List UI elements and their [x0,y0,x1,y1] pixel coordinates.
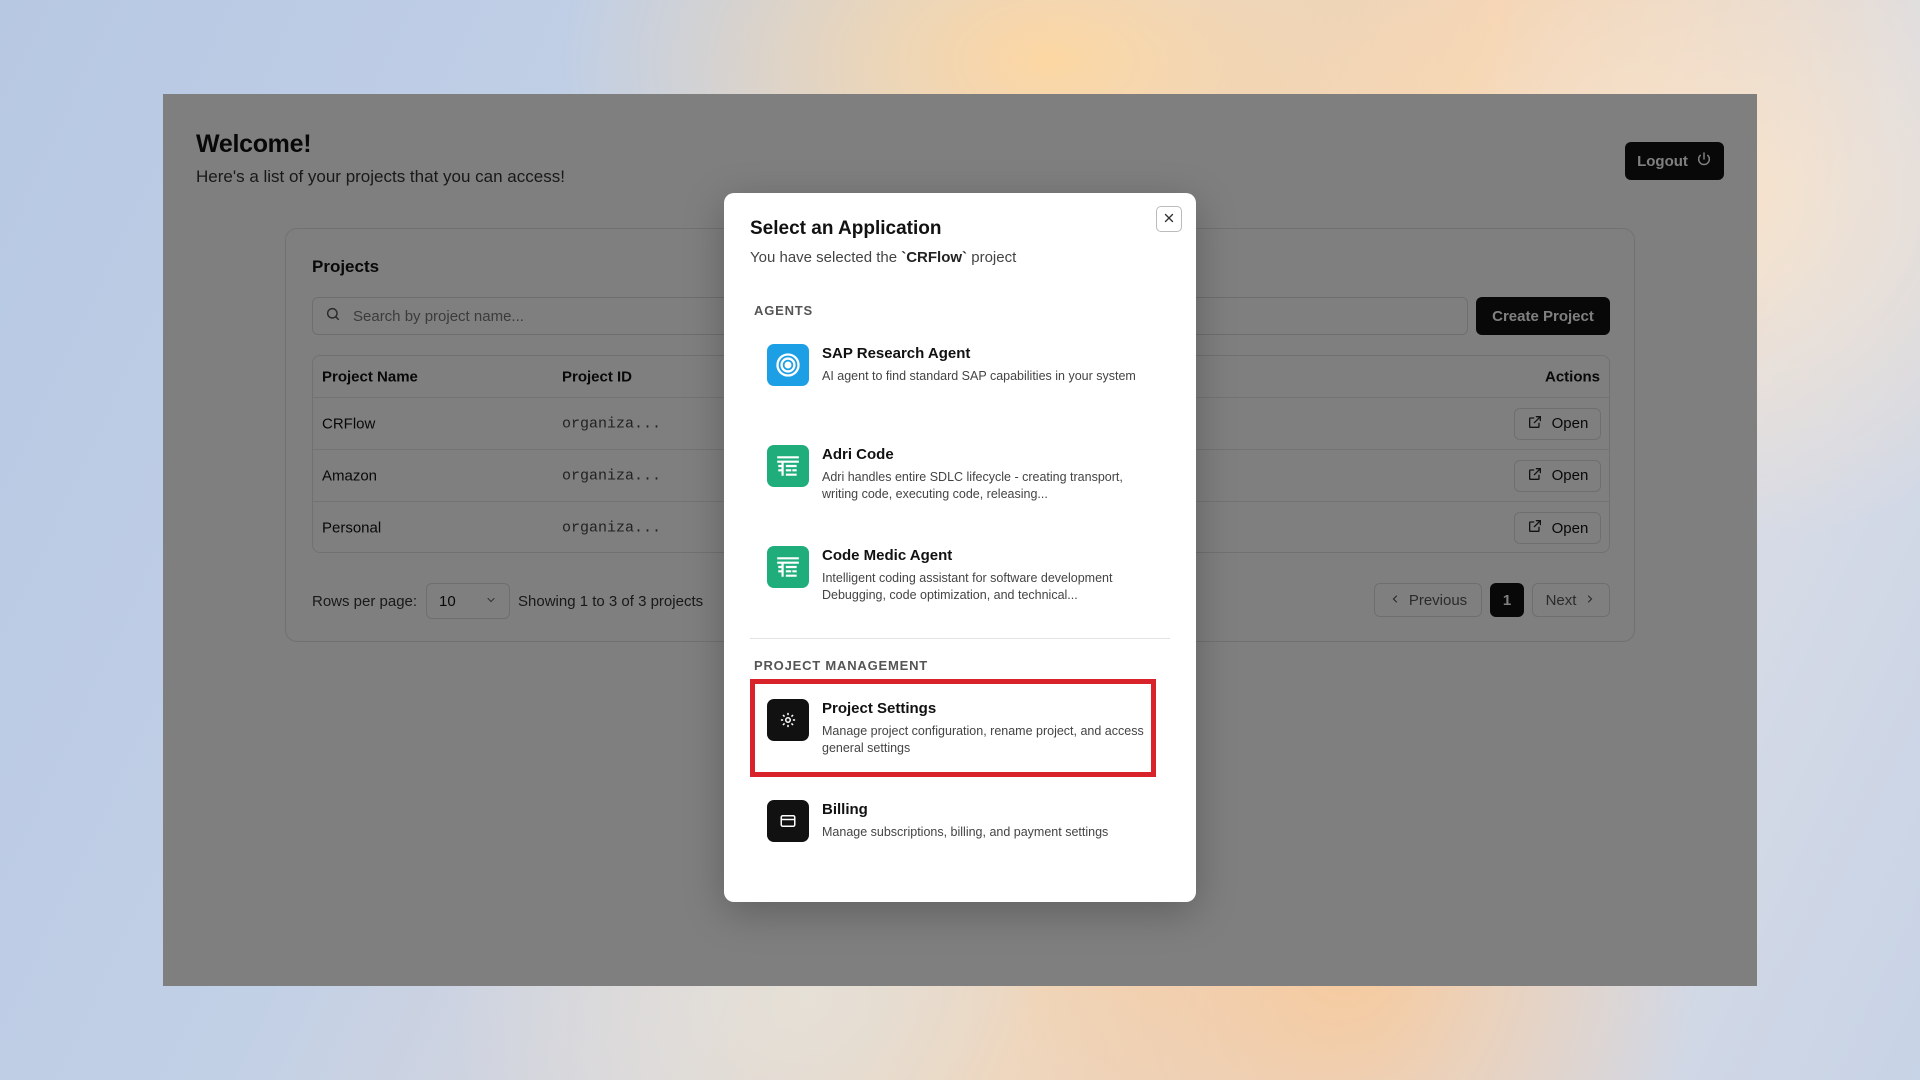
app-name: Adri Code [822,446,894,463]
app-item-code-medic-agent[interactable]: Code Medic Agent Intelligent coding assi… [750,537,1156,629]
app-description: Intelligent coding assistant for softwar… [822,571,1113,602]
credit-card-icon [767,800,809,842]
app-item-billing[interactable]: Billing Manage subscriptions, billing, a… [750,791,1156,883]
app-name: Code Medic Agent [822,547,953,564]
subtitle-suffix: project [967,249,1017,266]
app-name: SAP Research Agent [822,345,971,362]
code-table-icon [767,546,809,588]
app-description: Adri handles entire SDLC lifecycle - cre… [822,470,1123,501]
section-divider [750,638,1170,639]
app-name: Billing [822,801,868,818]
highlight-box [750,679,1156,777]
target-icon [767,344,809,386]
subtitle-prefix: You have selected the [750,249,902,266]
close-button[interactable] [1156,206,1182,232]
modal-subtitle: You have selected the `CRFlow` project [750,249,1016,266]
modal-title: Select an Application [750,218,942,239]
project-management-section-label: PROJECT MANAGEMENT [754,658,929,673]
agents-section-label: AGENTS [754,303,813,318]
selected-project-name: `CRFlow` [901,249,968,266]
close-icon [1162,211,1176,228]
app-item-adri-code[interactable]: Adri Code Adri handles entire SDLC lifec… [750,436,1156,528]
app-item-sap-research-agent[interactable]: SAP Research Agent AI agent to find stan… [750,335,1156,427]
app-description: AI agent to find standard SAP capabiliti… [822,369,1136,383]
app-description: Manage subscriptions, billing, and payme… [822,825,1109,839]
select-application-modal: Select an Application You have selected … [724,193,1196,902]
code-table-icon [767,445,809,487]
